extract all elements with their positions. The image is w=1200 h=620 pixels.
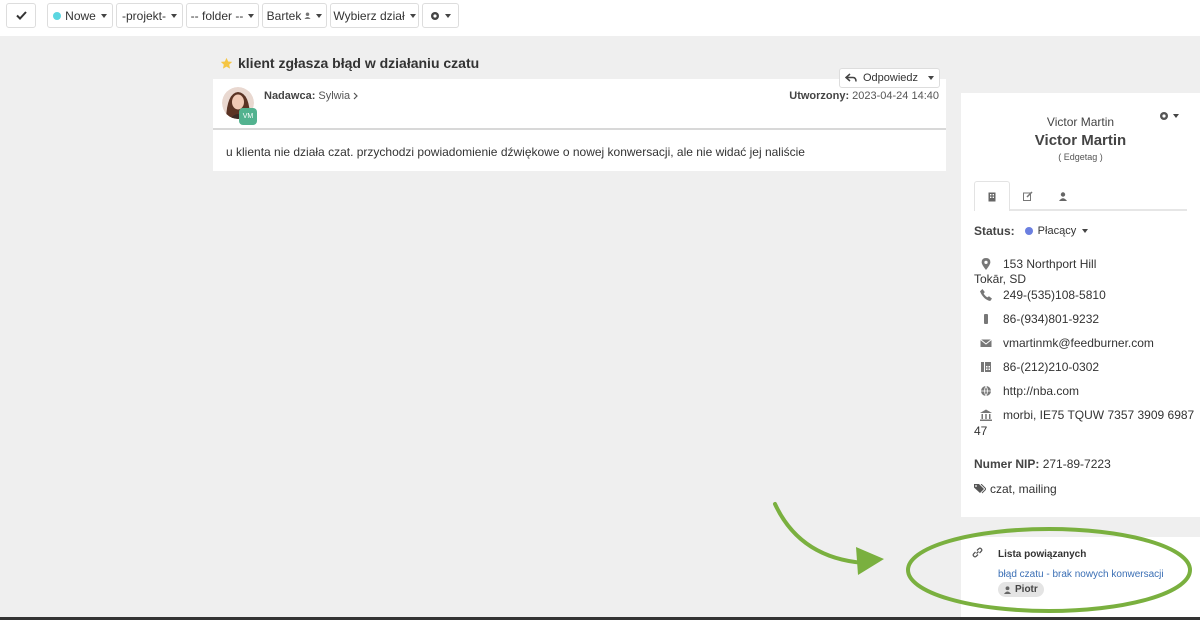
address-line2: Tokār, SD xyxy=(974,272,1027,286)
globe-icon xyxy=(981,385,991,397)
chevron-down-icon xyxy=(445,13,451,18)
tags-row: czat, mailing xyxy=(974,482,1057,496)
message-header: VM Nadawca: Sylwia Utworzony: 2023-04-24… xyxy=(213,79,946,130)
envelope-icon xyxy=(980,339,992,347)
tags-icon xyxy=(974,484,986,494)
toolbar: Nowe -projekt- -- folder -- Bartek Wybie… xyxy=(0,0,1200,36)
project-dropdown[interactable]: -projekt- xyxy=(116,3,183,28)
chevron-down-icon[interactable] xyxy=(928,76,935,80)
tab-company[interactable] xyxy=(974,181,1010,211)
annotation-arrowhead xyxy=(856,547,884,575)
chevron-down-icon xyxy=(100,13,107,18)
created-label: Utworzony: xyxy=(789,90,850,102)
chevron-down-icon xyxy=(248,13,255,18)
message-body: u klienta nie działa czat. przychodzi po… xyxy=(226,145,805,159)
contact-company: ( Edgetag ) xyxy=(1058,152,1103,162)
edit-icon xyxy=(1023,191,1033,201)
address-line1: 153 Northport Hill xyxy=(1003,257,1097,271)
phone-row: 249-(535)108-5810 xyxy=(974,288,1184,303)
chevron-down-icon xyxy=(316,13,323,18)
status-dot xyxy=(1024,227,1033,235)
created-info: Utworzony: 2023-04-24 14:40 xyxy=(789,90,939,102)
settings-dropdown[interactable] xyxy=(422,3,459,28)
contact-tabs xyxy=(974,181,1187,211)
fax-value[interactable]: 86-(212)210-0302 xyxy=(1003,360,1099,374)
reply-button[interactable]: Odpowiedz xyxy=(839,68,940,88)
website-row: http://nba.com xyxy=(974,384,1184,399)
reply-button-label: Odpowiedz xyxy=(863,72,919,84)
status-dot xyxy=(53,11,62,20)
contact-settings-button[interactable] xyxy=(1159,111,1179,121)
annotation-arrow xyxy=(773,502,866,565)
user-dropdown[interactable]: Bartek xyxy=(262,3,327,28)
check-button[interactable] xyxy=(6,3,36,28)
mobile-icon xyxy=(984,314,988,324)
person-icon xyxy=(1004,585,1011,594)
website-value[interactable]: http://nba.com xyxy=(1003,384,1079,398)
contact-panel: Victor Martin Victor Martin ( Edgetag ) … xyxy=(961,93,1200,517)
status-dropdown[interactable]: Nowe xyxy=(47,3,113,28)
fax-icon xyxy=(981,362,991,372)
map-marker-icon xyxy=(981,258,991,270)
check-icon xyxy=(15,11,27,20)
link-icon xyxy=(972,547,983,558)
star-icon[interactable] xyxy=(220,57,233,70)
person-icon xyxy=(304,12,311,19)
status-row: Status: Płacący xyxy=(974,223,1092,239)
related-title: Lista powiązanych xyxy=(998,549,1087,560)
reply-icon xyxy=(845,73,857,82)
address-row: 153 Northport Hill Tokār, SD xyxy=(974,257,1184,287)
user-dropdown-label: Bartek xyxy=(266,8,302,23)
folder-dropdown-label: -- folder -- xyxy=(190,8,244,23)
department-dropdown-label: Wybierz dział xyxy=(333,8,405,23)
phone-value[interactable]: 249-(535)108-5810 xyxy=(1003,288,1106,302)
ticket-title: klient zgłasza błąd w działaniu czatu xyxy=(238,55,480,71)
avatar-badge: VM xyxy=(239,108,257,125)
related-user-badge: Piotr xyxy=(998,582,1044,597)
bank-icon xyxy=(980,409,992,421)
related-user-name: Piotr xyxy=(1015,584,1038,595)
status-dropdown-label: Nowe xyxy=(65,8,96,23)
tab-edit[interactable] xyxy=(1010,181,1046,211)
bank-line1: morbi, IE75 TQUW 7357 3909 6987 xyxy=(1003,408,1195,422)
chevron-down-icon xyxy=(171,13,177,18)
mobile-row: 86-(934)801-9232 xyxy=(974,312,1184,327)
nip-value: 271-89-7223 xyxy=(1042,457,1111,471)
person-icon xyxy=(1059,191,1067,201)
gear-icon xyxy=(1160,112,1168,120)
email-row: vmartinmk@feedburner.com xyxy=(974,336,1184,351)
email-value[interactable]: vmartinmk@feedburner.com xyxy=(1003,336,1154,350)
sender-label: Nadawca: xyxy=(264,90,316,102)
status-select[interactable]: Płacący xyxy=(1021,223,1093,239)
ticket-title-row: klient zgłasza błąd w działaniu czatu xyxy=(220,53,479,73)
related-panel: Lista powiązanych błąd czatu - brak nowy… xyxy=(961,537,1200,617)
status-label: Status: xyxy=(974,224,1015,238)
project-dropdown-label: -projekt- xyxy=(121,8,166,23)
building-icon xyxy=(988,192,996,201)
chevron-down-icon xyxy=(1082,229,1089,233)
sender-name[interactable]: Sylwia xyxy=(318,90,350,102)
bank-row: morbi, IE75 TQUW 7357 3909 6987 47 xyxy=(974,408,1194,440)
mobile-value[interactable]: 86-(934)801-9232 xyxy=(1003,312,1099,326)
contact-name-large: Victor Martin xyxy=(1034,132,1127,149)
sender: Nadawca: Sylwia xyxy=(264,90,359,102)
tags-value: czat, mailing xyxy=(990,482,1057,496)
created-value: 2023-04-24 14:40 xyxy=(852,90,939,102)
fax-row: 86-(212)210-0302 xyxy=(974,360,1184,375)
chevron-down-icon xyxy=(1173,114,1179,118)
chevron-down-icon xyxy=(409,13,416,18)
folder-dropdown[interactable]: -- folder -- xyxy=(186,3,259,28)
phone-icon xyxy=(980,289,992,301)
department-dropdown[interactable]: Wybierz dział xyxy=(330,3,419,28)
nip-row: Numer NIP: 271-89-7223 xyxy=(974,457,1111,471)
bank-line2: 47 xyxy=(974,424,988,438)
nip-label: Numer NIP: xyxy=(974,457,1040,471)
chevron-right-icon[interactable] xyxy=(353,92,359,100)
message-card: VM Nadawca: Sylwia Utworzony: 2023-04-24… xyxy=(213,79,946,171)
gear-icon xyxy=(431,11,439,20)
status-value: Płacący xyxy=(1037,225,1077,237)
tab-person[interactable] xyxy=(1045,181,1081,211)
related-link[interactable]: błąd czatu - brak nowych konwersacji xyxy=(998,569,1164,580)
